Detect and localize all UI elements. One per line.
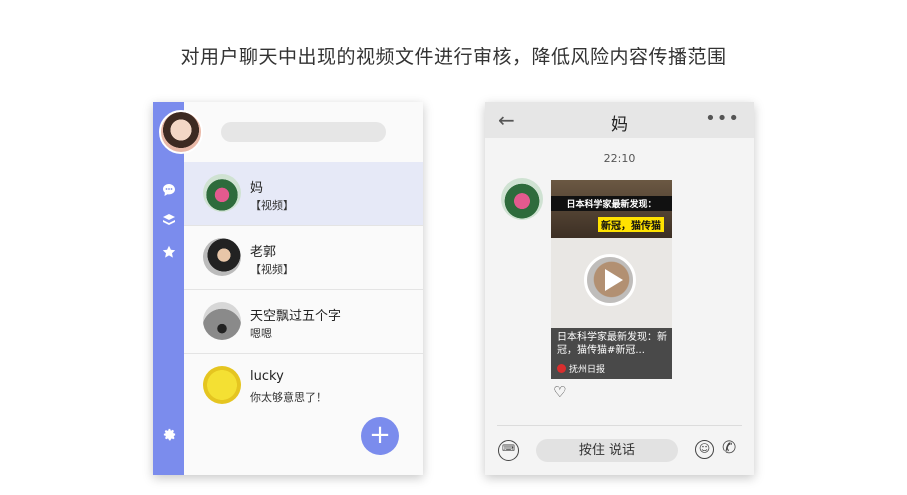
chat-item-sky[interactable]: 天空飘过五个字 嗯嗯: [184, 290, 423, 354]
video-description: 日本科学家最新发现：新冠，猫传猫#新冠...: [557, 332, 667, 356]
video-source: 抚州日报: [557, 362, 605, 375]
cover-headline: 日本科学家最新发现：: [551, 196, 672, 211]
chat-preview: 【视频】: [250, 263, 294, 276]
video-cover: 日本科学家最新发现： 新冠，猫传猫: [551, 180, 672, 238]
avatar: [203, 174, 241, 212]
hold-to-talk-button[interactable]: 按住 说话: [536, 439, 678, 462]
page: 对用户聊天中出现的视频文件进行审核，降低风险内容传播范围 妈 【视频】 老郭 【…: [0, 0, 907, 495]
chat-preview: 你太够意思了！: [250, 391, 327, 404]
keyboard-icon[interactable]: ⌨: [498, 440, 519, 461]
phone-call-icon[interactable]: ✆: [722, 438, 736, 458]
heart-icon[interactable]: ♡: [553, 383, 566, 401]
chat-list-phone: 妈 【视频】 老郭 【视频】 天空飘过五个字 嗯嗯 lucky 你太够意思了！ …: [153, 102, 423, 475]
conversation-phone: ← 妈 ••• 22:10 日本科学家最新发现： 新冠，猫传猫 日本科学家最新发…: [485, 102, 754, 475]
new-chat-button[interactable]: +: [361, 417, 399, 455]
video-caption-bar: 日本科学家最新发现：新冠，猫传猫#新冠... 抚州日报: [551, 328, 672, 379]
chat-preview: 嗯嗯: [250, 327, 272, 340]
emoji-icon[interactable]: ☺: [695, 440, 714, 459]
chat-preview: 【视频】: [250, 199, 294, 212]
search-input[interactable]: [221, 122, 386, 142]
message-timestamp: 22:10: [603, 152, 636, 165]
chat-name: lucky: [250, 369, 284, 384]
chat-item-mom[interactable]: 妈 【视频】: [184, 162, 423, 226]
chat-name: 妈: [250, 181, 264, 196]
source-name: 抚州日报: [569, 365, 606, 375]
star-icon[interactable]: [161, 244, 177, 260]
profile-avatar[interactable]: [159, 110, 203, 154]
avatar: [203, 238, 241, 276]
source-logo-icon: [557, 364, 566, 373]
page-caption: 对用户聊天中出现的视频文件进行审核，降低风险内容传播范围: [180, 46, 727, 68]
conversation-header: ← 妈 •••: [485, 102, 754, 138]
chat-name: 老郭: [250, 245, 277, 260]
more-options-icon[interactable]: •••: [705, 108, 740, 129]
gear-icon[interactable]: [161, 426, 177, 442]
chat-name: 天空飘过五个字: [250, 309, 342, 324]
cover-highlight: 新冠，猫传猫: [598, 217, 664, 232]
side-rail: [153, 102, 184, 475]
input-divider: [497, 425, 742, 426]
chat-item-laoguo[interactable]: 老郭 【视频】: [184, 226, 423, 290]
sender-avatar[interactable]: [501, 178, 543, 220]
avatar: [203, 302, 241, 340]
chat-bubble-icon[interactable]: [161, 182, 177, 198]
layers-icon[interactable]: [161, 212, 177, 228]
avatar: [203, 366, 241, 404]
video-message-card[interactable]: 日本科学家最新发现： 新冠，猫传猫 日本科学家最新发现：新冠，猫传猫#新冠...…: [551, 180, 672, 379]
chat-item-lucky[interactable]: lucky 你太够意思了！: [184, 354, 423, 418]
play-icon[interactable]: [584, 254, 636, 306]
chat-list: 妈 【视频】 老郭 【视频】 天空飘过五个字 嗯嗯 lucky 你太够意思了！: [184, 162, 423, 418]
